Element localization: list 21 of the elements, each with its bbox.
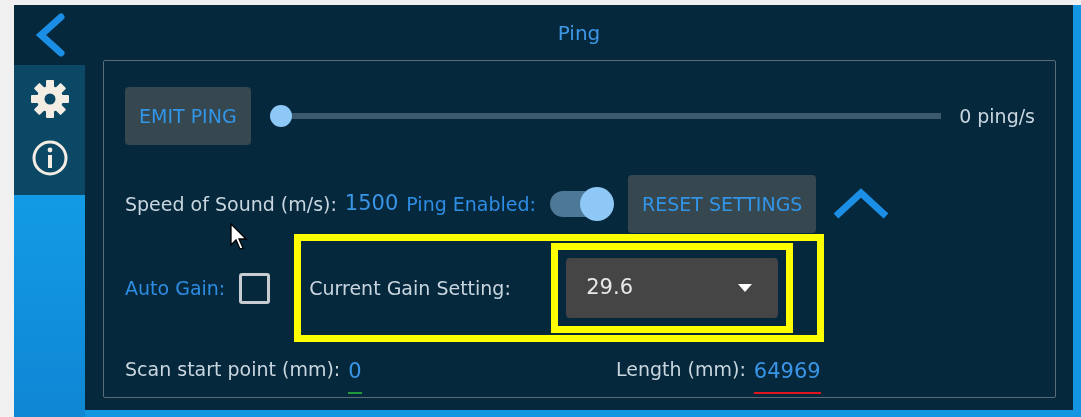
speed-label: Speed of Sound (m/s): [125, 191, 337, 217]
speed-value: 1500 [344, 190, 399, 218]
window-title: Ping [556, 20, 602, 47]
ping-enabled-label: Ping Enabled: [406, 191, 536, 217]
chevron-up-icon[interactable] [832, 188, 891, 220]
info-icon[interactable] [30, 139, 69, 177]
slider-handle[interactable] [269, 105, 292, 127]
readout-value: 0 [348, 356, 362, 394]
auto-gain-label: Auto Gain: [125, 275, 226, 301]
auto-gain-checkbox[interactable] [239, 272, 271, 304]
settings-icon[interactable] [29, 79, 70, 119]
readout-label: Scan start point (mm): [125, 356, 341, 382]
caret-icon [738, 284, 753, 292]
readout-value: 64969 [753, 356, 821, 394]
reset-settings-button[interactable]: RESET SETTINGS [627, 175, 817, 233]
gain-dropdown[interactable]: 29.6 [566, 258, 779, 318]
gain-label: Current Gain Setting: [309, 275, 511, 301]
cursor-icon [230, 223, 250, 251]
readout-label: Length (mm): [616, 356, 746, 382]
emit-ping-button[interactable]: EMIT PING [125, 87, 251, 145]
rate-reading: 0 ping/s [959, 103, 1035, 129]
